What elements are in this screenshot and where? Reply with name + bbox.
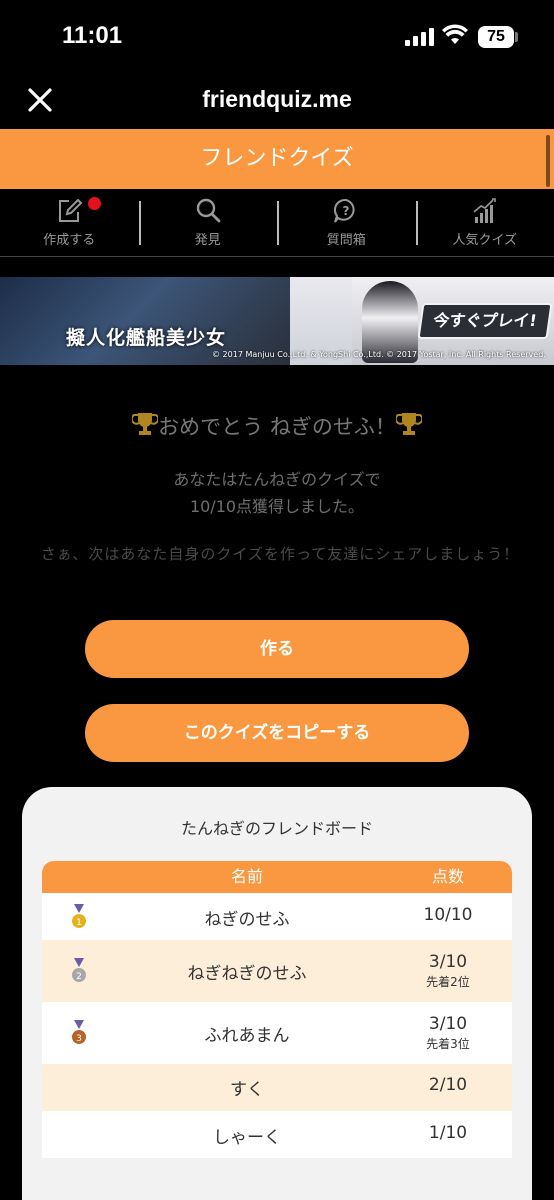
player-score: 1/10: [428, 1123, 468, 1143]
notification-dot: [88, 197, 101, 210]
site-title: friendquiz.me: [202, 86, 352, 112]
player-name: ねぎねぎのせふ: [187, 964, 307, 984]
bronze-medal-icon: 3: [72, 1020, 86, 1044]
player-rank-note: 先着2位: [426, 975, 470, 989]
friend-board: たんねぎのフレンドボード 名前 点数 1 ねぎのせふ 10/10 2 ねぎねぎの…: [22, 787, 532, 1200]
player-rank-note: 先着3位: [426, 1037, 470, 1051]
status-bar: 11:01 75: [0, 0, 554, 74]
silver-medal-icon: 2: [72, 958, 86, 982]
wifi-icon: [442, 24, 468, 44]
battery-tip: [515, 32, 518, 42]
friend-board-title: たんねぎのフレンドボード: [180, 819, 373, 838]
medal-rank: 3: [76, 1034, 82, 1044]
menu-item-question-box[interactable]: ? 質問箱: [277, 189, 416, 256]
player-score: 3/10: [428, 952, 468, 972]
player-score: 2/10: [428, 1075, 468, 1095]
question-bubble-icon: ?: [334, 198, 355, 223]
svg-text:?: ?: [343, 204, 350, 218]
menu-label-discover: 発見: [194, 233, 221, 248]
trophy-icon: [394, 413, 424, 435]
copy-quiz-button[interactable]: このクイズをコピーする: [85, 704, 469, 762]
header-name: 名前: [230, 867, 263, 886]
gold-medal-icon: 1: [72, 904, 86, 928]
cellular-signal-icon: [405, 28, 435, 46]
ad-play-button[interactable]: 今すぐプレイ!: [417, 303, 553, 339]
ad-copyright: © 2017 Manjuu Co.,Ltd. & YongShi Co.,Ltd…: [212, 350, 546, 359]
invite-text: さぁ、次はあなた自身のクイズを作って友達にシェアしましょう！: [40, 545, 520, 563]
app-header: フレンドクイズ: [0, 129, 554, 189]
ad-banner-title: 擬人化艦船美少女: [66, 327, 227, 349]
edit-icon: [59, 198, 83, 222]
player-score-cell: 3/10 先着3位: [388, 1014, 508, 1052]
search-icon: [196, 198, 221, 223]
trending-icon: [473, 198, 496, 223]
table-row: 1 ねぎのせふ 10/10: [42, 893, 512, 940]
medal-rank: 2: [76, 972, 82, 982]
menu-label-popular: 人気クイズ: [452, 233, 518, 248]
player-score: 10/10: [423, 905, 473, 925]
leaderboard-table: 名前 点数 1 ねぎのせふ 10/10 2 ねぎねぎのせふ 3/10 先着2位 …: [42, 861, 512, 1158]
result-line-2: 10/10点獲得しました。: [189, 497, 365, 516]
main-menu: 作成する 発見 ? 質問箱 人気クイズ: [0, 189, 554, 257]
player-name: ねぎのせふ: [204, 910, 290, 930]
menu-item-popular[interactable]: 人気クイズ: [415, 189, 554, 256]
ad-banner[interactable]: 擬人化艦船美少女 今すぐプレイ! © 2017 Manjuu Co.,Ltd. …: [0, 277, 554, 365]
header-score: 点数: [431, 867, 464, 886]
status-time: 11:01: [62, 22, 123, 49]
player-name: ふれあまん: [204, 1026, 290, 1046]
player-score-cell: 10/10: [388, 905, 508, 925]
battery-icon: 75: [478, 26, 514, 48]
player-name: しゃーく: [213, 1128, 281, 1148]
result-line-1: あなたはたんねぎのクイズで: [173, 470, 381, 489]
congrats-heading: おめでとう ねぎのせふ！: [0, 410, 554, 441]
player-score-cell: 1/10: [388, 1123, 508, 1143]
menu-label-question-box: 質問箱: [326, 233, 366, 248]
player-score: 3/10: [428, 1014, 468, 1034]
medal-rank: 1: [76, 918, 82, 928]
player-name: すく: [230, 1080, 264, 1100]
result-text: あなたはたんねぎのクイズで 10/10点獲得しました。: [0, 466, 554, 520]
congrats-text: おめでとう ねぎのせふ！: [158, 415, 396, 439]
leaderboard-header: 名前 点数: [42, 861, 512, 893]
table-row: しゃーく 1/10: [42, 1111, 512, 1158]
table-row: すく 2/10: [42, 1064, 512, 1111]
menu-item-create[interactable]: 作成する: [0, 189, 139, 256]
menu-label-create: 作成する: [43, 233, 96, 248]
trophy-icon: [130, 413, 160, 435]
table-row: 3 ふれあまん 3/10 先着3位: [42, 1002, 512, 1064]
create-quiz-button[interactable]: 作る: [85, 620, 469, 678]
player-score-cell: 2/10: [388, 1075, 508, 1095]
scrollbar[interactable]: [546, 135, 550, 187]
table-row: 2 ねぎねぎのせふ 3/10 先着2位: [42, 940, 512, 1002]
browser-nav-bar: friendquiz.me: [0, 74, 554, 129]
player-score-cell: 3/10 先着2位: [388, 952, 508, 990]
menu-item-discover[interactable]: 発見: [138, 189, 278, 256]
